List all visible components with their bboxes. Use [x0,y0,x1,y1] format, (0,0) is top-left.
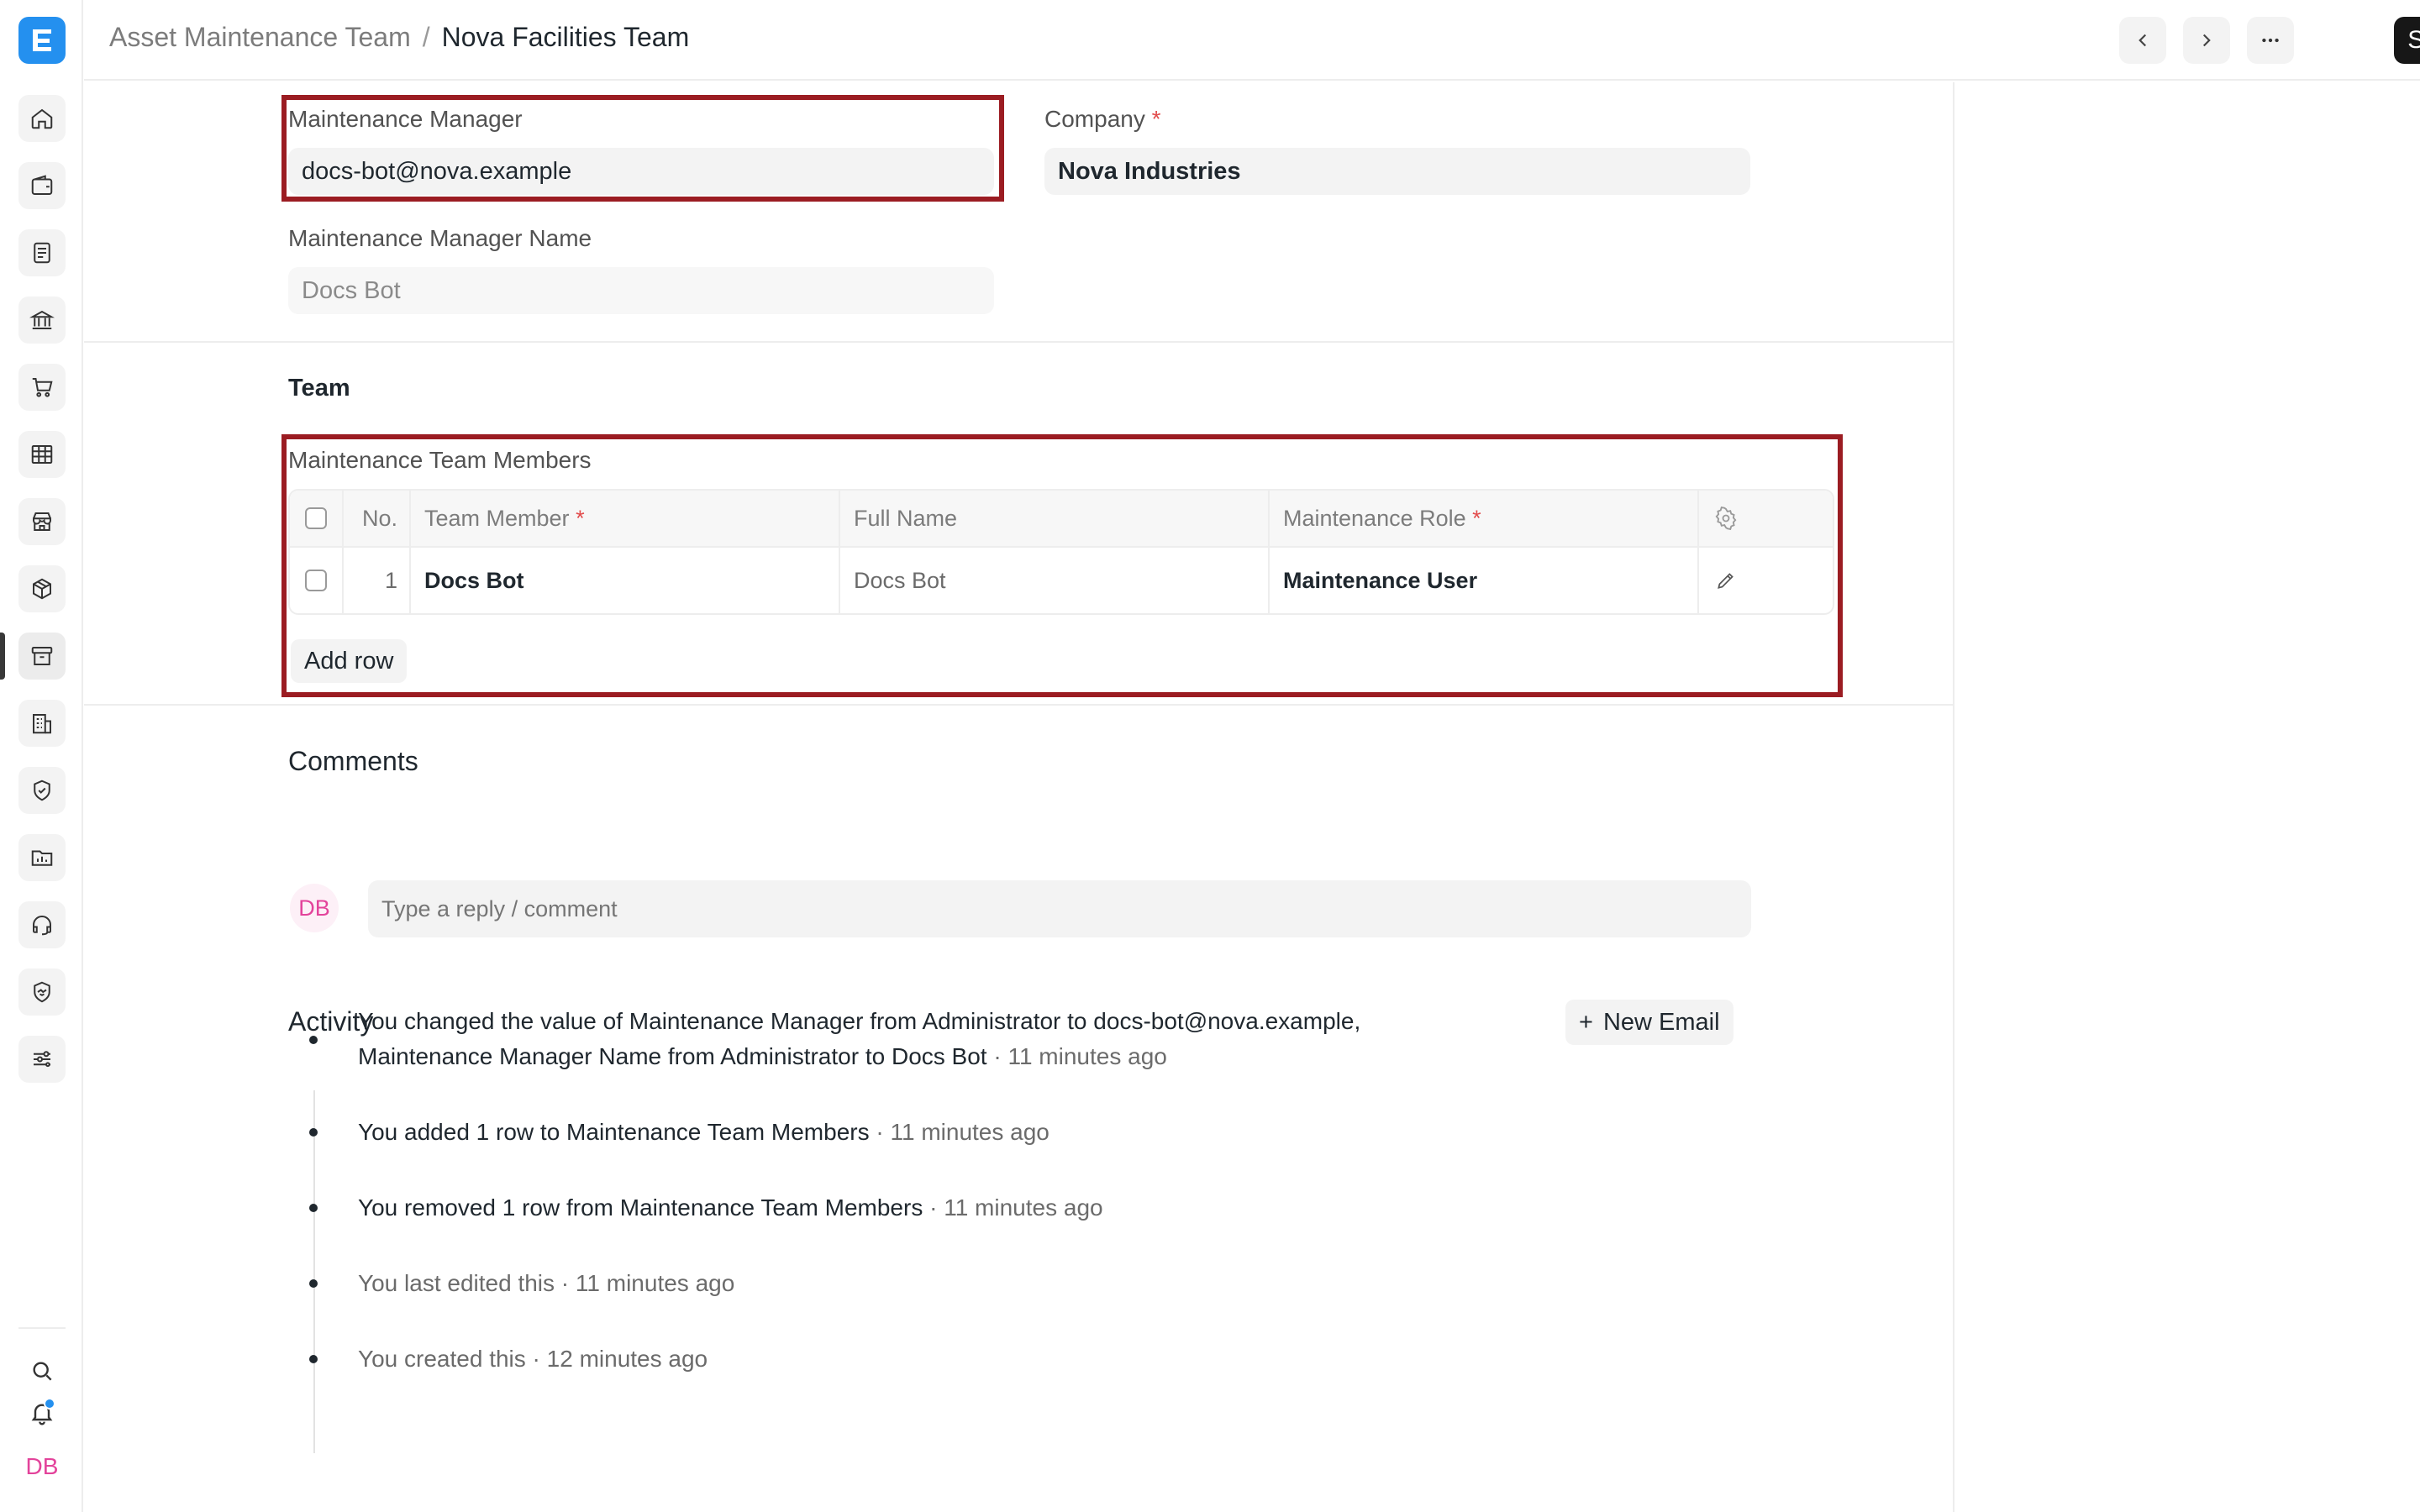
bell-icon[interactable] [25,1396,59,1430]
section-divider [84,341,1954,343]
page-header: Asset Maintenance Team / Nova Facilities… [84,0,2420,81]
breadcrumb-parent-link[interactable]: Asset Maintenance Team [109,22,411,53]
comments-title: Comments [288,746,418,776]
form-main: Maintenance Manager docs-bot@nova.exampl… [84,82,1954,1512]
activity-item: You removed 1 row from Maintenance Team … [358,1190,1103,1226]
activity-text: , [1354,1008,1361,1034]
new-email-label: New Email [1602,1008,1720,1036]
section-divider [84,704,1954,706]
timeline-dot [309,1128,318,1137]
sidebar-separator [18,1327,66,1329]
app-logo-icon[interactable] [18,17,66,64]
activity-item: You added 1 row to Maintenance Team Memb… [358,1115,1050,1150]
activity-time: · 11 minutes ago [923,1194,1103,1221]
search-icon[interactable] [25,1354,59,1388]
maintenance-manager-name-label: Maintenance Manager Name [288,225,592,251]
folder-chart-icon[interactable] [18,834,66,881]
maintenance-manager-name-field: Docs Bot [288,267,994,314]
highlight-maintenance-manager [281,95,1004,202]
timeline-dot [309,1036,318,1044]
company-input[interactable]: Nova Industries [1044,148,1750,195]
breadcrumb-separator: / [422,22,430,52]
activity-value: Docs Bot [891,1043,987,1069]
activity-value: docs-bot@nova.example [1093,1008,1355,1034]
sliders-icon[interactable] [18,1036,66,1083]
more-dots-icon [2262,38,2279,43]
activity-time: · 11 minutes ago [869,1119,1050,1145]
company-label-text: Company [1044,106,1145,132]
building-icon[interactable] [18,700,66,747]
chevron-right-icon [2202,34,2211,47]
activity-text: You removed 1 row from Maintenance Team … [358,1194,923,1221]
timeline-dot [309,1204,318,1212]
new-email-button[interactable]: + New Email [1565,1000,1733,1045]
wallet-icon[interactable] [18,162,66,209]
activity-item: You created this · 12 minutes ago [358,1346,708,1372]
sidebar: DB [0,0,83,1512]
plus-icon: + [1579,1008,1593,1036]
previous-record-button[interactable] [2119,17,2166,64]
cart-icon[interactable] [18,364,66,411]
team-section-title: Team [288,375,350,402]
required-mark: * [1151,106,1161,132]
next-record-button[interactable] [2183,17,2230,64]
activity-item: You changed the value of Maintenance Man… [358,1004,1360,1074]
company-label: Company * [1044,106,1161,133]
chevron-left-icon [2139,34,2147,47]
comment-input[interactable] [368,880,1751,937]
headset-icon[interactable] [18,901,66,948]
handshake-icon[interactable] [18,969,66,1016]
more-actions-button[interactable] [2247,17,2294,64]
shield-icon[interactable] [18,767,66,814]
timeline-line [313,1090,315,1453]
store-icon[interactable] [18,498,66,545]
notification-dot [44,1398,55,1410]
table-icon[interactable] [18,431,66,478]
timeline-dot [309,1279,318,1288]
activity-time: · 11 minutes ago [986,1043,1167,1069]
highlight-team-members [281,434,1843,697]
user-avatar[interactable]: DB [20,1448,64,1485]
activity-text: to [1060,1008,1094,1034]
comment-avatar: DB [290,884,339,932]
document-icon[interactable] [18,229,66,276]
bank-icon[interactable] [18,297,66,344]
activity-value: Administrator [922,1008,1061,1034]
activity-text: Maintenance Manager Name from [358,1043,721,1069]
activity-text: You added 1 row to Maintenance Team Memb… [358,1119,870,1145]
archive-icon[interactable] [18,633,66,680]
activity-text: to [859,1043,892,1069]
activity-value: Administrator [720,1043,860,1069]
activity-item: You last edited this · 11 minutes ago [358,1270,735,1296]
page-title: Nova Facilities Team [441,22,690,52]
save-button[interactable]: Save [2394,17,2420,64]
activity-text: You changed the value of Maintenance Man… [358,1008,923,1034]
timeline-dot [309,1355,318,1363]
home-icon[interactable] [18,95,66,142]
breadcrumb: Asset Maintenance Team / Nova Facilities… [109,22,689,53]
active-nav-marker [0,633,5,680]
package-icon[interactable] [18,565,66,612]
